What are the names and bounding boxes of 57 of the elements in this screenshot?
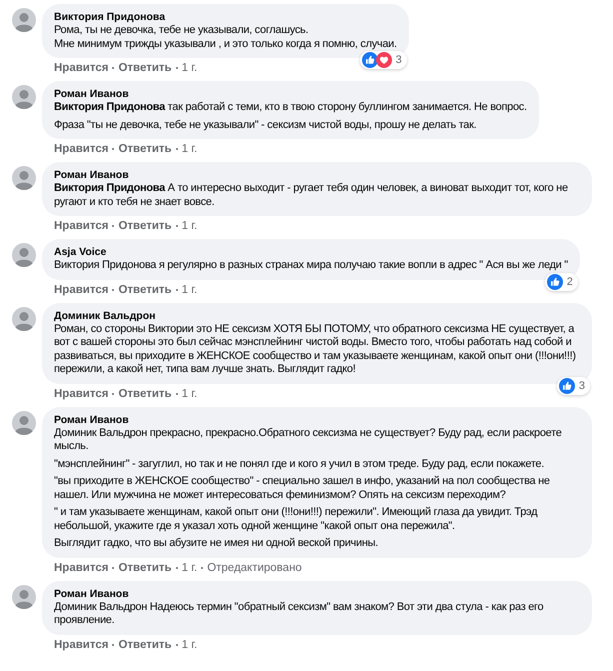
author-name[interactable]: Роман Иванов xyxy=(54,414,580,426)
reaction-badge[interactable]: 3 xyxy=(556,376,590,394)
like-icon xyxy=(362,52,378,68)
author-name[interactable]: Asja Voice xyxy=(54,246,568,259)
avatar-icon[interactable] xyxy=(12,166,36,190)
author-name[interactable]: Роман Иванов xyxy=(54,169,580,182)
avatar-icon[interactable] xyxy=(12,410,36,434)
author-name[interactable]: Роман Иванов xyxy=(54,88,527,101)
like-icon xyxy=(546,274,563,290)
reaction-count: 3 xyxy=(578,378,585,394)
avatar-icon[interactable] xyxy=(12,584,36,608)
like-link[interactable]: Нравится xyxy=(54,142,108,156)
reply-link[interactable]: Ответить xyxy=(118,142,172,156)
comment-text: Виктория Придонова А то интересно выходит - ругает тебя один человек, а виноват выходит тот, кого не ругают и кто тебя не знает вовсе. xyxy=(54,182,569,209)
avatar-icon[interactable] xyxy=(12,306,36,330)
like-link[interactable]: Нравится xyxy=(54,560,108,574)
reaction-badge[interactable]: 2 xyxy=(544,272,578,290)
comment-text: Доминик Вальдрон Надеюсь термин "обратный сексизм" вам знаком? Вот эти два стула - как раз его проявление. xyxy=(54,600,544,628)
timestamp-link[interactable]: 1 г. xyxy=(182,282,198,296)
comment-text: Роман, со стороны Виктории это НЕ сексизм ХОТЯ БЫ ПОТОМУ, что обратного сексизма НЕ существует, а вот с вашей стороны это был сейчас мэнсплейнинг чистой воды. Вместо того, чтобы работать над собой и развиваться, вы приходите в ЖЕНСКОЕ сообщество и там указываете женщинам, какой опыт они (!!!они!!!) пережили, а какой нет, типа вам лучше знать. Выглядит гадко! xyxy=(54,322,577,376)
reaction-count: 2 xyxy=(566,274,573,290)
like-link[interactable]: Нравится xyxy=(54,638,108,652)
reply-link[interactable]: Ответить xyxy=(118,219,172,233)
comment-text: " и там указываете женщинам, какой опыт они (!!!они!!!) пережили". Имеющий глаза да увидит. Трэд небольшой, укажите где я указал хоть одной женщине "какой опыт она пережила". xyxy=(54,506,538,533)
author-name[interactable]: Виктория Придонова xyxy=(54,11,397,24)
comment-text: Фраза "ты не девочка, тебе не указывали" - сексизм чистой воды, прошу не делать так. xyxy=(54,118,478,132)
timestamp-link[interactable]: 1 г. xyxy=(182,61,198,75)
like-icon xyxy=(558,378,575,394)
like-link[interactable]: Нравится xyxy=(54,61,108,75)
reply-link[interactable]: Ответить xyxy=(118,638,172,652)
comment-text: Виктория Придонова я регулярно в разных странах мира получаю такие вопли в адрес " Ася вы же леди " xyxy=(54,259,568,272)
comment-text: Рома, ты не девочка, тебе не указывали, соглашусь. Мне минимум трижды указывали , и это только когда я помню, случаи. xyxy=(54,24,397,51)
comment-text: Виктория Придонова так работай с теми, кто в твою сторону буллингом занимается. Не вопрос. xyxy=(54,101,527,114)
edited-label: Отредактировано xyxy=(207,560,302,574)
comment-text: Выглядит гадко, что вы абузите не имея ни одной веской причины. xyxy=(54,537,379,550)
reply-link[interactable]: Ответить xyxy=(118,386,172,400)
like-link[interactable]: Нравится xyxy=(54,282,108,296)
reaction-badge[interactable]: 3 xyxy=(360,51,407,69)
comment-text: "мэнсплейнинг" - загуглил, но так и не понял где и кого я учил в этом треде. Буду рад, если покажете. xyxy=(54,458,546,471)
timestamp-link[interactable]: 1 г. xyxy=(182,386,198,400)
avatar-icon[interactable] xyxy=(12,8,36,32)
comment-text: "вы приходите в ЖЕНСКОЕ сообщество" - специально зашел в инфо, указаний на пол сообщества не нашел. Или мужчина не может интересоваться феминизмом? Опять на сексизм переходим? xyxy=(54,475,551,502)
reply-link[interactable]: Ответить xyxy=(118,61,172,75)
timestamp-link[interactable]: 1 г. xyxy=(182,142,198,156)
timestamp-link[interactable]: 1 г. xyxy=(182,219,198,233)
author-name[interactable]: Доминик Вальдрон xyxy=(54,310,580,322)
like-link[interactable]: Нравится xyxy=(54,219,108,233)
reply-link[interactable]: Ответить xyxy=(118,282,172,296)
avatar-icon[interactable] xyxy=(12,243,36,267)
reply-link[interactable]: Ответить xyxy=(118,560,172,574)
timestamp-link[interactable]: 1 г. xyxy=(182,638,198,652)
comment-text: Доминик Вальдрон прекрасно, прекрасно.Обратного сексизма не существует? Буду рад, если раскроете мысль. xyxy=(54,426,563,454)
author-name[interactable]: Роман Иванов xyxy=(54,588,580,600)
avatar-icon[interactable] xyxy=(12,85,36,109)
reaction-count: 3 xyxy=(396,53,402,68)
like-link[interactable]: Нравится xyxy=(54,386,108,400)
timestamp-link[interactable]: 1 г. xyxy=(182,560,198,574)
